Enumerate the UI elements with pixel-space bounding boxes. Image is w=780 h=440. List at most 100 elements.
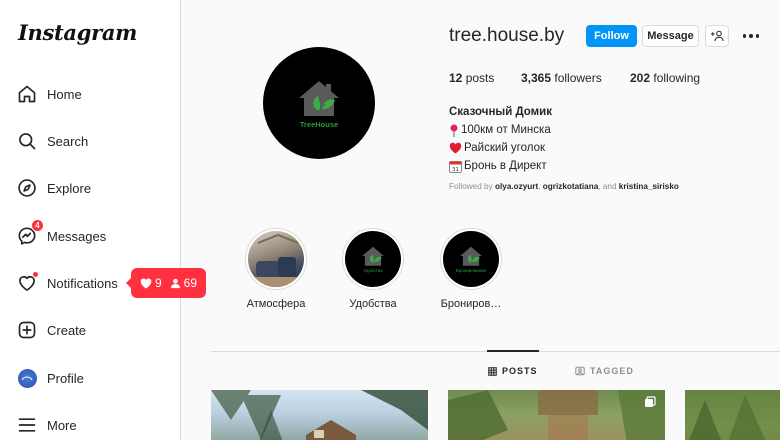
treehouse-logo-icon xyxy=(299,80,339,116)
followers-count-value: 69 xyxy=(183,276,198,290)
create-icon xyxy=(16,319,38,341)
message-button[interactable]: Message xyxy=(642,25,699,47)
sidebar-item-messages[interactable]: 4 Messages xyxy=(16,219,166,251)
profile-bio: Сказочный Домик 100км от Минска Райский … xyxy=(449,103,552,175)
follower-link[interactable]: ogrizkotatiana xyxy=(543,182,599,191)
highlight-cover-text: Удобства xyxy=(363,268,383,273)
profile-display-name: Сказочный Домик xyxy=(449,106,553,118)
grid-icon xyxy=(488,366,497,376)
highlight-label: Удобства xyxy=(349,298,397,310)
likes-count-value: 9 xyxy=(154,276,162,290)
following-label: following xyxy=(653,71,701,85)
search-icon xyxy=(16,130,38,152)
forest-photo xyxy=(685,390,780,440)
forest-house-photo xyxy=(211,390,428,440)
active-tab-indicator xyxy=(487,350,539,352)
post-thumbnail[interactable] xyxy=(685,390,780,440)
followed-by-and: , and xyxy=(598,182,617,191)
dot xyxy=(742,34,747,38)
highlight-label: Брониров… xyxy=(440,298,502,310)
highlight-cover-text: Бронирование xyxy=(455,268,487,273)
followed-by-prefix: Followed by xyxy=(449,182,493,191)
suggest-people-button[interactable] xyxy=(705,25,729,47)
sidebar-item-label: Profile xyxy=(47,370,84,386)
highlight-ring xyxy=(245,228,307,290)
post-thumbnail[interactable] xyxy=(448,390,665,440)
dot xyxy=(749,34,753,38)
notifications-popup[interactable]: 9 69 xyxy=(126,268,206,298)
profile-icon-wrap xyxy=(16,367,38,389)
follow-button[interactable]: Follow xyxy=(586,25,637,47)
sidebar-item-more[interactable]: More xyxy=(16,410,166,440)
bio-line-text: Райский уголок xyxy=(464,142,546,154)
sidebar-item-label: Create xyxy=(47,322,87,338)
heart-icon xyxy=(16,271,39,294)
bio-line-text: 100км от Минска xyxy=(461,124,551,136)
treehouse-logo-icon xyxy=(362,246,384,266)
followed-by-separator: , xyxy=(538,182,541,191)
sidebar-item-label: More xyxy=(47,417,77,433)
calendar-icon: 31 xyxy=(449,160,462,173)
sidebar-item-home[interactable]: Home xyxy=(16,79,166,109)
following-count: 202 xyxy=(630,71,651,85)
highlight-amenities[interactable]: Удобства Удобства xyxy=(342,228,404,310)
treehouse-logo-icon xyxy=(460,246,482,266)
tab-label: POSTS xyxy=(502,366,538,376)
followers-count: 69 xyxy=(170,276,197,290)
bio-line: 100км от Минска xyxy=(449,121,552,139)
home-icon xyxy=(16,83,38,105)
sidebar-item-search[interactable]: Search xyxy=(16,126,166,156)
profile-avatar[interactable]: TreeHouse xyxy=(263,47,375,159)
menu-icon xyxy=(16,414,38,436)
dot xyxy=(755,34,760,38)
tab-posts[interactable]: POSTS xyxy=(488,366,538,376)
instagram-logo[interactable]: Instagram xyxy=(18,20,137,45)
highlight-booking[interactable]: Бронирование Брониров… xyxy=(440,228,502,310)
add-person-icon xyxy=(711,30,724,42)
person-icon xyxy=(170,278,180,288)
bio-line: 31 Бронь в Директ xyxy=(449,157,552,175)
followed-by[interactable]: Followed by olya.ozyurt, ogrizkotatiana,… xyxy=(449,182,679,191)
explore-icon xyxy=(16,177,38,199)
highlight-cover: Удобства xyxy=(345,231,401,287)
tab-tagged[interactable]: TAGGED xyxy=(575,366,634,376)
instagram-app: Instagram Home Search Explore 4 Messages… xyxy=(0,0,780,440)
posts-count: 12 xyxy=(449,71,463,85)
sidebar: Instagram Home Search Explore 4 Messages… xyxy=(0,0,181,440)
pushpin-icon xyxy=(450,124,458,137)
sidebar-item-label: Search xyxy=(47,133,89,149)
treehouse-bridge-photo xyxy=(448,390,665,440)
highlight-atmosphere[interactable]: Атмосфера xyxy=(245,228,307,310)
multi-photo-icon xyxy=(645,396,656,407)
likes-count: 9 xyxy=(140,276,162,290)
bio-line-text: Бронь в Директ xyxy=(464,160,547,172)
sidebar-item-label: Messages xyxy=(47,228,107,244)
notification-dot xyxy=(32,271,39,278)
red-heart-icon xyxy=(449,142,462,154)
sidebar-item-profile[interactable]: Profile xyxy=(16,363,166,393)
following-stat[interactable]: 202 following xyxy=(630,71,700,85)
highlight-cover: Бронирование xyxy=(443,231,499,287)
posts-stat: 12 posts xyxy=(449,71,494,85)
bio-line: Райский уголок xyxy=(449,139,552,157)
options-button[interactable] xyxy=(741,27,761,45)
highlight-ring: Удобства xyxy=(342,228,404,290)
posts-label: posts xyxy=(465,71,495,85)
avatar xyxy=(17,368,37,388)
sidebar-item-label: Home xyxy=(47,86,82,102)
sidebar-item-create[interactable]: Create xyxy=(16,315,166,345)
follower-link[interactable]: olya.ozyurt xyxy=(495,182,538,191)
highlight-ring: Бронирование xyxy=(440,228,502,290)
tagged-icon xyxy=(575,366,585,376)
sidebar-item-explore[interactable]: Explore xyxy=(16,173,166,203)
profile-username: tree.house.by xyxy=(449,25,565,46)
highlight-cover-photo xyxy=(248,231,304,287)
highlight-label: Атмосфера xyxy=(246,298,306,310)
followers-count: 3,365 xyxy=(521,71,552,85)
post-thumbnail[interactable] xyxy=(211,390,428,440)
avatar-brand-text: TreeHouse xyxy=(299,119,339,129)
heart-filled-icon xyxy=(140,278,152,288)
follower-link[interactable]: kristina_sirisko xyxy=(619,182,679,191)
followers-stat[interactable]: 3,365 followers xyxy=(521,71,602,85)
followers-label: followers xyxy=(554,71,602,85)
